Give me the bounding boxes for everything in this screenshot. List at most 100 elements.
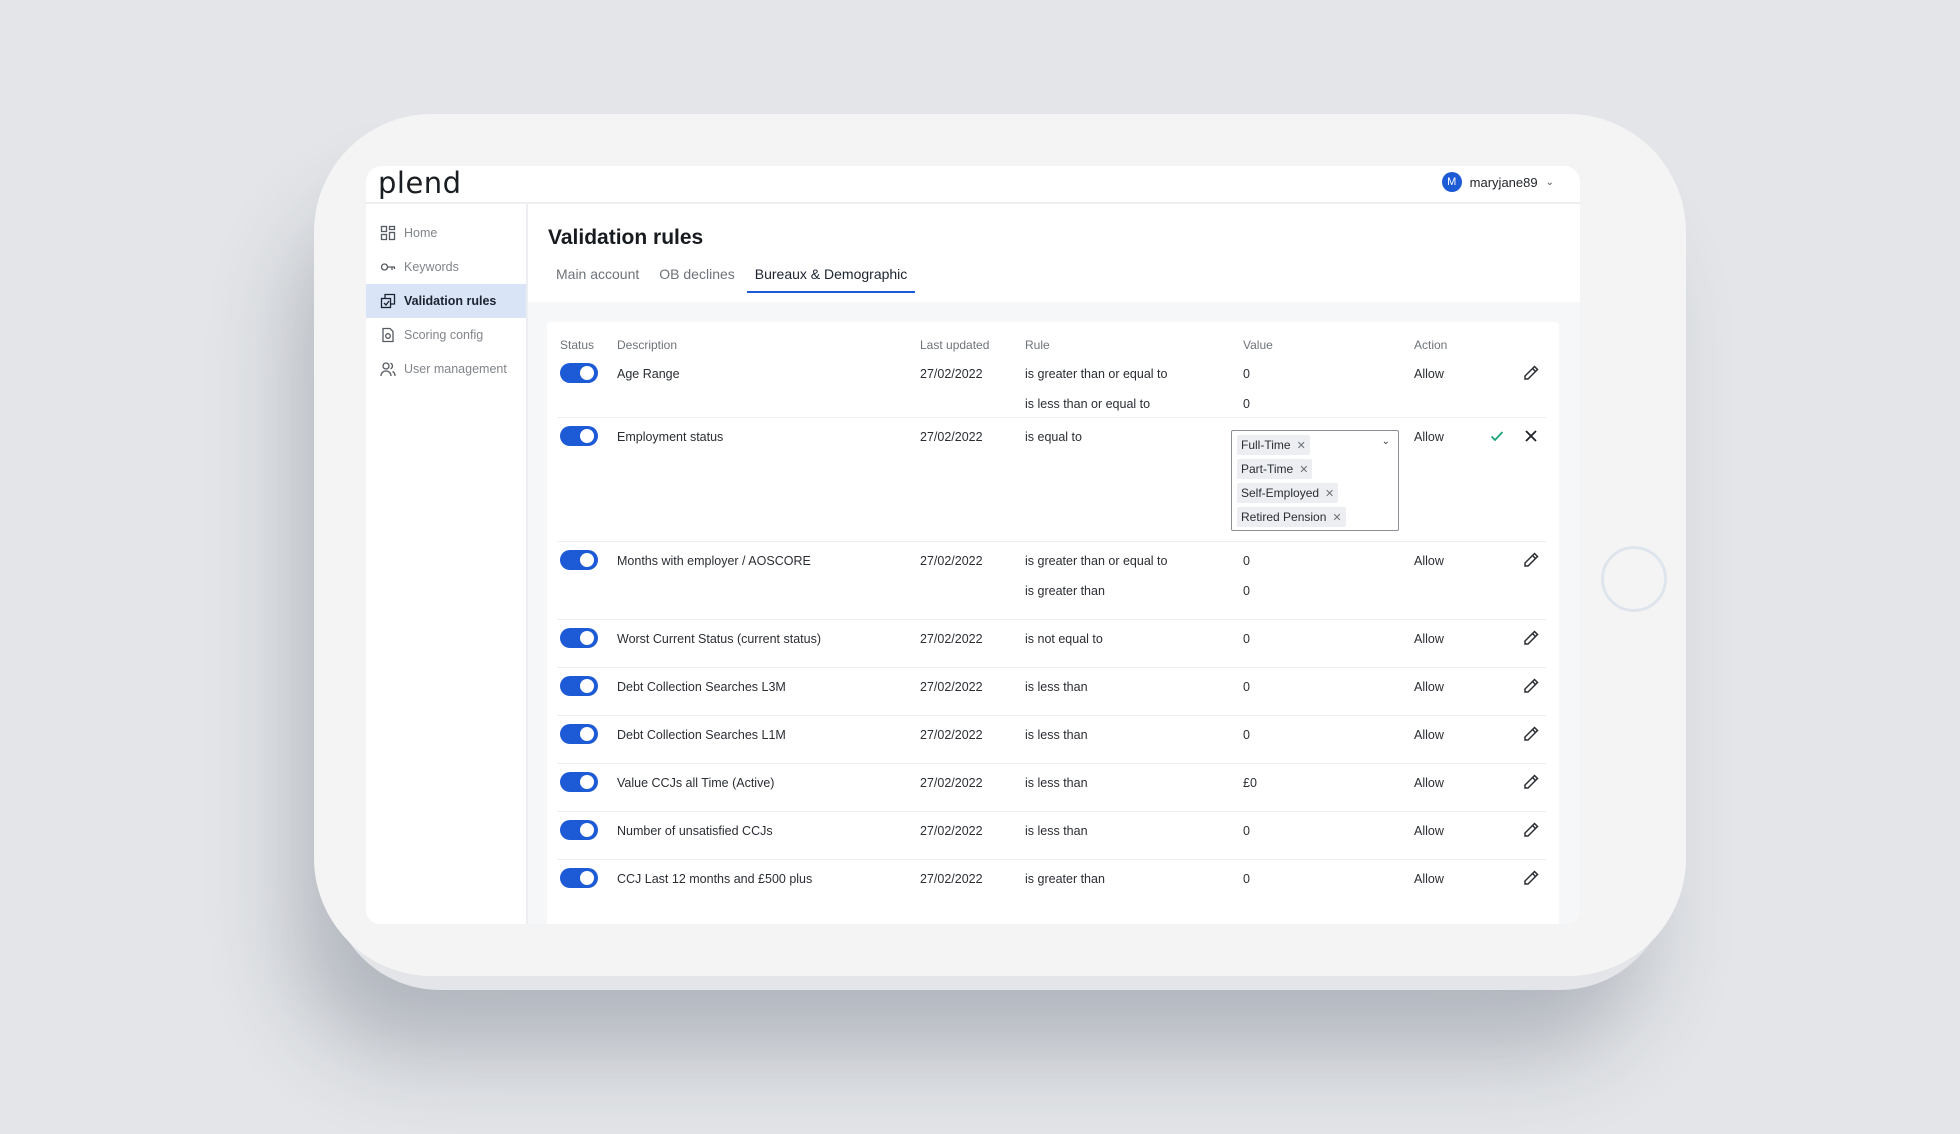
chevron-down-icon[interactable]: ⌄: [1382, 436, 1390, 447]
status-toggle[interactable]: [560, 628, 598, 648]
rules-table: Status Description Last updated Rule Val…: [547, 322, 1559, 924]
sidebar-item-label: User management: [404, 362, 507, 376]
row-value: 0: [1243, 367, 1250, 381]
row-description: CCJ Last 12 months and £500 plus: [617, 872, 813, 886]
status-toggle[interactable]: [560, 724, 598, 744]
page-title: Validation rules: [548, 226, 704, 249]
status-toggle[interactable]: [560, 363, 598, 383]
row-description: Number of unsatisfied CCJs: [617, 824, 773, 838]
header-action: Action: [1414, 338, 1448, 352]
row-rule: is greater than or equal to: [1025, 367, 1168, 381]
avatar: M: [1441, 172, 1462, 192]
row-date: 27/02/2022: [920, 632, 983, 646]
tab-bureaux-demographic[interactable]: Bureaux & Demographic: [746, 266, 916, 293]
pencil-icon[interactable]: [1521, 628, 1541, 648]
header-last-updated: Last updated: [920, 338, 990, 352]
header-status: Status: [560, 338, 595, 352]
close-icon[interactable]: ✕: [1297, 439, 1306, 452]
table-row: Value CCJs all Time (Active) 27/02/2022 …: [557, 764, 1546, 812]
row-date: 27/02/2022: [920, 872, 983, 886]
row-value: 0: [1243, 632, 1250, 646]
table-row-editing: Employment status 27/02/2022 is equal to…: [557, 418, 1546, 542]
sidebar: Home Keywords Validation rules Scoring c…: [366, 204, 528, 924]
table-row: Number of unsatisfied CCJs 27/02/2022 is…: [557, 812, 1546, 860]
pencil-icon[interactable]: [1521, 868, 1541, 888]
row-description: Value CCJs all Time (Active): [617, 776, 775, 790]
status-toggle[interactable]: [560, 772, 598, 792]
row-rule: is not equal to: [1025, 632, 1103, 646]
sidebar-item-validation-rules[interactable]: Validation rules: [366, 284, 526, 318]
username: maryjane89: [1469, 174, 1538, 190]
pencil-icon[interactable]: [1521, 772, 1541, 792]
row-description: Age Range: [617, 367, 680, 381]
pencil-icon[interactable]: [1521, 550, 1541, 570]
chip-self-employed: Self-Employed ✕: [1237, 483, 1339, 503]
tab-ob-declines[interactable]: OB declines: [651, 266, 742, 293]
close-icon[interactable]: ✕: [1332, 511, 1341, 524]
status-toggle[interactable]: [560, 550, 598, 570]
grid-icon: [380, 225, 396, 241]
main-content: Validation rules Main account OB decline…: [528, 204, 1580, 924]
sidebar-item-label: Home: [404, 226, 438, 240]
pencil-icon[interactable]: [1521, 363, 1541, 383]
sidebar-item-home[interactable]: Home: [366, 216, 526, 250]
chevron-down-icon: ⌄: [1545, 176, 1554, 188]
row-description: Months with employer / AOSCORE: [617, 554, 811, 568]
header-description: Description: [617, 338, 678, 352]
table-row: CCJ Last 12 months and £500 plus 27/02/2…: [557, 860, 1546, 908]
row-rule: is less than: [1025, 728, 1088, 742]
close-icon[interactable]: ✕: [1325, 487, 1334, 500]
row-date: 27/02/2022: [920, 728, 983, 742]
close-icon[interactable]: ✕: [1299, 463, 1308, 476]
top-bar: plend M maryjane89 ⌄: [366, 166, 1580, 204]
sidebar-item-user-management[interactable]: User management: [366, 352, 526, 386]
sidebar-item-keywords[interactable]: Keywords: [366, 250, 526, 284]
row-action: Allow: [1414, 430, 1444, 444]
row-value-secondary: 0: [1243, 584, 1250, 598]
value-multiselect[interactable]: Full-Time ✕ Part-Time ✕ Self-Employed ✕ …: [1231, 430, 1399, 531]
row-value: 0: [1243, 680, 1250, 694]
row-rule: is less than: [1025, 680, 1088, 694]
row-value-secondary: 0: [1243, 397, 1250, 411]
status-toggle[interactable]: [560, 868, 598, 888]
tab-main-account[interactable]: Main account: [548, 266, 647, 293]
tab-bar: Main account OB declines Bureaux & Demog…: [548, 266, 919, 293]
close-icon[interactable]: [1521, 426, 1541, 446]
chip-label: Part-Time: [1241, 462, 1294, 476]
table-row: Debt Collection Searches L3M 27/02/2022 …: [557, 668, 1546, 716]
table-row: Debt Collection Searches L1M 27/02/2022 …: [557, 716, 1546, 764]
row-date: 27/02/2022: [920, 554, 983, 568]
pencil-icon[interactable]: [1521, 676, 1541, 696]
row-rule: is greater than: [1025, 872, 1105, 886]
row-description: Employment status: [617, 430, 724, 444]
row-action: Allow: [1414, 872, 1444, 886]
row-rule-secondary: is greater than: [1025, 584, 1105, 598]
table-row: Months with employer / AOSCORE 27/02/202…: [557, 542, 1546, 620]
row-rule-secondary: is less than or equal to: [1025, 397, 1151, 411]
key-icon: [380, 259, 396, 275]
page-header: Validation rules Main account OB decline…: [528, 204, 1580, 302]
sidebar-item-scoring-config[interactable]: Scoring config: [366, 318, 526, 352]
status-toggle[interactable]: [560, 820, 598, 840]
row-value: 0: [1243, 554, 1250, 568]
row-date: 27/02/2022: [920, 430, 983, 444]
row-rule: is equal to: [1025, 430, 1082, 444]
row-action: Allow: [1414, 728, 1444, 742]
row-date: 27/02/2022: [920, 367, 983, 381]
app-logo[interactable]: plend: [378, 166, 462, 200]
chip-part-time: Part-Time ✕: [1237, 459, 1313, 479]
pencil-icon[interactable]: [1521, 724, 1541, 744]
sidebar-item-label: Scoring config: [404, 328, 484, 342]
row-description: Worst Current Status (current status): [617, 632, 821, 646]
status-toggle[interactable]: [560, 676, 598, 696]
rules-icon: [380, 293, 396, 309]
status-toggle[interactable]: [560, 426, 598, 446]
chip-label: Full-Time: [1241, 438, 1291, 452]
row-action: Allow: [1414, 680, 1444, 694]
row-rule: is less than: [1025, 776, 1088, 790]
row-description: Debt Collection Searches L1M: [617, 728, 786, 742]
row-date: 27/02/2022: [920, 776, 983, 790]
pencil-icon[interactable]: [1521, 820, 1541, 840]
check-icon[interactable]: [1487, 426, 1507, 446]
user-menu[interactable]: M maryjane89 ⌄: [1441, 172, 1554, 192]
